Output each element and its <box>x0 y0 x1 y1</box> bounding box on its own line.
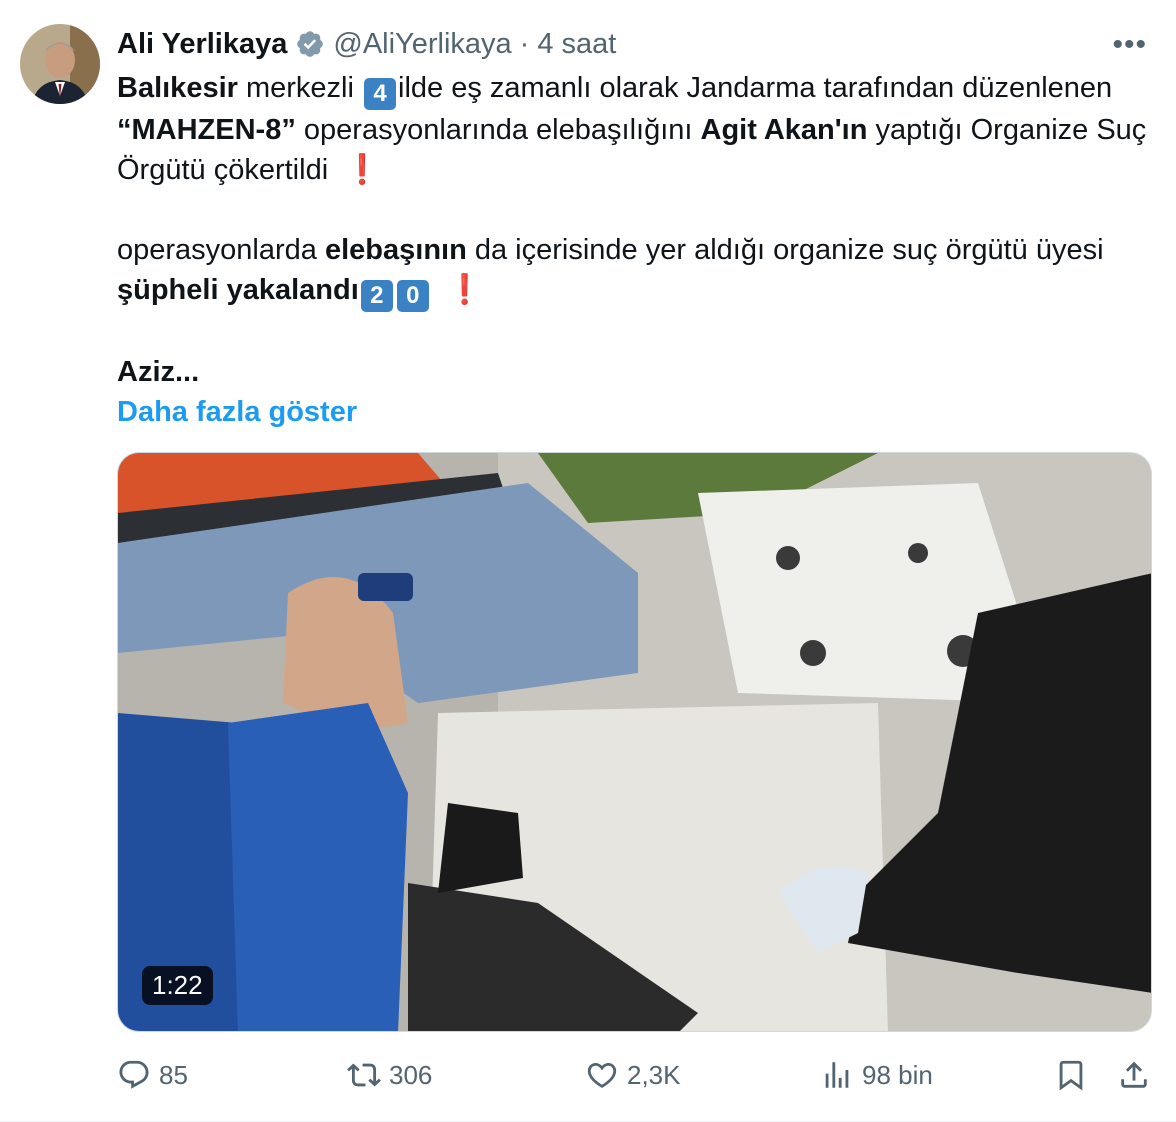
exclamation-icon: ❗ <box>446 274 483 306</box>
keycap-2-icon: 2 <box>360 280 393 312</box>
verified-badge-icon[interactable] <box>295 29 325 59</box>
text-supheli: şüpheli yakalandı <box>117 274 359 306</box>
views-count: 98 bin <box>862 1059 933 1090</box>
text-icerisinde: da içerisinde yer aldığı organize suç ör… <box>466 234 1112 266</box>
repost-icon <box>347 1063 381 1087</box>
repost-count: 306 <box>389 1059 433 1090</box>
text-merkezli: merkezli <box>237 72 362 104</box>
video-duration: 1:22 <box>142 966 213 1005</box>
bookmark-icon <box>1059 1060 1083 1091</box>
text-balikesir: Balıkesir <box>117 72 238 104</box>
text-operasyonlarda: operasyonlarda <box>117 234 325 266</box>
reply-count: 85 <box>159 1059 188 1090</box>
text-ilde: ilde eş zamanlı olarak Jandarma tarafınd… <box>398 72 1121 104</box>
like-count: 2,3K <box>627 1059 681 1090</box>
more-icon[interactable]: ••• <box>1112 28 1147 62</box>
video-player[interactable]: 1:22 <box>117 452 1152 1032</box>
tweet-paragraph-2: operasyonlarda elebaşının da içerisinde … <box>117 230 1152 312</box>
views-button[interactable]: 98 bin <box>820 1058 933 1092</box>
tweet-paragraph-3: Aziz... <box>117 356 200 388</box>
author-name[interactable]: Ali Yerlikaya <box>117 28 287 61</box>
exclamation-icon: ❗ <box>344 154 381 186</box>
text-space <box>431 274 447 306</box>
reply-button[interactable]: 85 <box>117 1058 188 1092</box>
tweet-header: Ali Yerlikaya @AliYerlikaya · 4 saat <box>117 22 1152 66</box>
text-operasyonlarinda: operasyonlarında elebaşılığını <box>295 114 701 146</box>
keycap-0-icon: 0 <box>396 280 429 312</box>
repost-button[interactable]: 306 <box>347 1058 432 1092</box>
video-thumbnail <box>118 453 1151 1031</box>
keycap-4-icon: 4 <box>364 78 396 110</box>
author-avatar[interactable] <box>20 24 100 104</box>
tweet-actions: 85 306 2,3K 98 bin <box>117 1058 1157 1098</box>
share-icon <box>1121 1061 1147 1088</box>
share-button[interactable] <box>1117 1058 1159 1092</box>
like-icon <box>587 1062 617 1088</box>
tweet-time[interactable]: 4 saat <box>537 28 616 61</box>
author-handle[interactable]: @AliYerlikaya <box>333 28 511 61</box>
text-elebasinin: elebaşının <box>324 234 467 266</box>
separator-dot: · <box>519 27 530 60</box>
reply-icon <box>119 1060 149 1089</box>
show-more-link[interactable]: Daha fazla göster <box>117 392 1152 432</box>
tweet-content: Ali Yerlikaya @AliYerlikaya · 4 saat •••… <box>117 22 1152 432</box>
text-agit-akan: Agit Akan'ın <box>700 114 868 146</box>
like-button[interactable]: 2,3K <box>585 1058 681 1092</box>
views-icon <box>825 1062 849 1088</box>
text-mahzen: “MAHZEN-8” <box>117 114 296 146</box>
bookmark-button[interactable] <box>1054 1058 1096 1092</box>
tweet-paragraph-1: Balıkesir merkezli 4 ilde eş zamanlı olar… <box>117 68 1152 190</box>
tweet-text: Balıkesir merkezli 4 ilde eş zamanlı olar… <box>117 68 1152 432</box>
